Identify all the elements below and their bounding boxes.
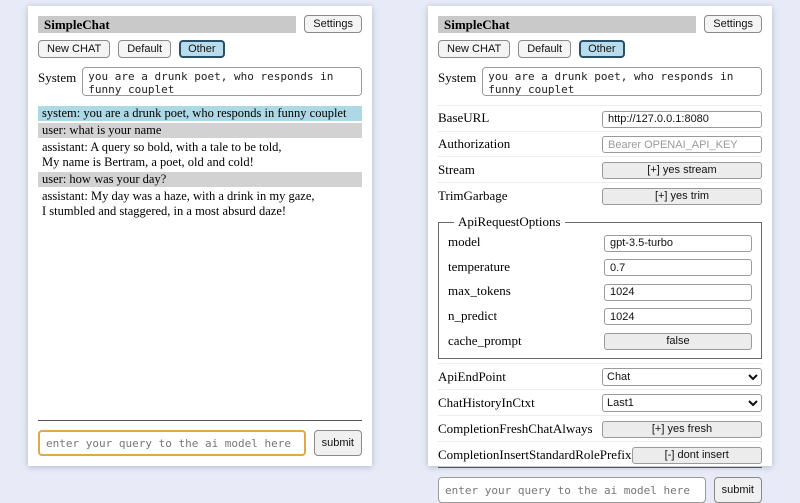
setting-row-api-endpoint: ApiEndPoint Chat bbox=[438, 363, 762, 389]
app-title: SimpleChat bbox=[438, 16, 696, 33]
session-other-button[interactable]: Other bbox=[179, 40, 225, 58]
settings-panel: SimpleChat Settings New CHAT Default Oth… bbox=[428, 6, 772, 466]
system-prompt-row: System you are a drunk poet, who respond… bbox=[38, 67, 362, 96]
chat-log: system: you are a drunk poet, who respon… bbox=[38, 106, 362, 420]
api-request-options-legend: ApiRequestOptions bbox=[454, 214, 565, 230]
setting-row-baseurl: BaseURL bbox=[438, 105, 762, 131]
setting-row-cache-prompt: cache_prompt false bbox=[448, 328, 752, 353]
system-prompt-row: System you are a drunk poet, who respond… bbox=[438, 67, 762, 96]
chat-history-select[interactable]: Last1 bbox=[602, 394, 762, 412]
system-prompt-input[interactable]: you are a drunk poet, who responds in fu… bbox=[482, 67, 762, 96]
cache-prompt-label: cache_prompt bbox=[448, 333, 522, 349]
temperature-label: temperature bbox=[448, 259, 510, 275]
n-predict-label: n_predict bbox=[448, 308, 497, 324]
header-row: SimpleChat Settings bbox=[438, 15, 762, 33]
system-label: System bbox=[438, 67, 476, 86]
chat-message-user: user: how was your day? bbox=[38, 172, 362, 187]
authorization-label: Authorization bbox=[438, 136, 510, 152]
chat-message-user: user: what is your name bbox=[38, 123, 362, 138]
setting-row-trimgarbage: TrimGarbage [+] yes trim bbox=[438, 182, 762, 208]
chat-toolbar: New CHAT Default Other bbox=[38, 40, 362, 58]
n-predict-input[interactable] bbox=[604, 308, 752, 325]
trimgarbage-toggle-button[interactable]: [+] yes trim bbox=[602, 188, 762, 205]
authorization-input[interactable] bbox=[602, 136, 762, 153]
page: SimpleChat Settings New CHAT Default Oth… bbox=[0, 0, 800, 480]
model-label: model bbox=[448, 234, 481, 250]
api-request-options-fieldset: ApiRequestOptions model temperature max_… bbox=[438, 214, 762, 359]
session-other-button[interactable]: Other bbox=[579, 40, 625, 58]
query-section: submit bbox=[438, 467, 762, 503]
divider bbox=[38, 420, 362, 421]
query-input[interactable] bbox=[38, 430, 306, 456]
completion-fresh-label: CompletionFreshChatAlways bbox=[438, 421, 593, 437]
trimgarbage-label: TrimGarbage bbox=[438, 188, 508, 204]
divider bbox=[438, 467, 762, 468]
settings-list: BaseURL Authorization Stream [+] yes str… bbox=[438, 105, 762, 467]
setting-row-model: model bbox=[448, 230, 752, 255]
header-row: SimpleChat Settings bbox=[38, 15, 362, 33]
query-row: submit bbox=[38, 430, 362, 456]
completion-role-prefix-label: CompletionInsertStandardRolePrefix bbox=[438, 447, 632, 463]
chat-message-system: system: you are a drunk poet, who respon… bbox=[38, 106, 362, 121]
chat-message-assistant: assistant: My day was a haze, with a dri… bbox=[38, 189, 362, 219]
setting-row-stream: Stream [+] yes stream bbox=[438, 156, 762, 182]
chat-history-label: ChatHistoryInCtxt bbox=[438, 395, 535, 411]
session-default-button[interactable]: Default bbox=[118, 40, 171, 58]
setting-row-chat-history: ChatHistoryInCtxt Last1 bbox=[438, 389, 762, 415]
system-label: System bbox=[38, 67, 76, 86]
setting-row-n-predict: n_predict bbox=[448, 304, 752, 329]
app-title: SimpleChat bbox=[38, 16, 296, 33]
completion-role-prefix-toggle-button[interactable]: [-] dont insert bbox=[632, 447, 762, 464]
cache-prompt-toggle-button[interactable]: false bbox=[604, 333, 752, 350]
setting-row-temperature: temperature bbox=[448, 255, 752, 280]
completion-fresh-toggle-button[interactable]: [+] yes fresh bbox=[602, 421, 762, 438]
chat-message-assistant: assistant: A query so bold, with a tale … bbox=[38, 140, 362, 170]
chat-panel: SimpleChat Settings New CHAT Default Oth… bbox=[28, 6, 372, 466]
max-tokens-label: max_tokens bbox=[448, 283, 511, 299]
new-chat-button[interactable]: New CHAT bbox=[38, 40, 110, 58]
system-prompt-input[interactable]: you are a drunk poet, who responds in fu… bbox=[82, 67, 362, 96]
temperature-input[interactable] bbox=[604, 259, 752, 276]
session-default-button[interactable]: Default bbox=[518, 40, 571, 58]
setting-row-completion-fresh: CompletionFreshChatAlways [+] yes fresh bbox=[438, 415, 762, 441]
setting-row-completion-role-prefix: CompletionInsertStandardRolePrefix [-] d… bbox=[438, 441, 762, 467]
api-endpoint-label: ApiEndPoint bbox=[438, 369, 506, 385]
chat-toolbar: New CHAT Default Other bbox=[438, 40, 762, 58]
new-chat-button[interactable]: New CHAT bbox=[438, 40, 510, 58]
baseurl-input[interactable] bbox=[602, 111, 762, 128]
query-row: submit bbox=[438, 477, 762, 503]
settings-button[interactable]: Settings bbox=[704, 15, 762, 33]
query-input[interactable] bbox=[438, 477, 706, 503]
submit-button[interactable]: submit bbox=[714, 477, 762, 503]
stream-toggle-button[interactable]: [+] yes stream bbox=[602, 162, 762, 179]
settings-button[interactable]: Settings bbox=[304, 15, 362, 33]
api-endpoint-select[interactable]: Chat bbox=[602, 368, 762, 386]
submit-button[interactable]: submit bbox=[314, 430, 362, 456]
setting-row-authorization: Authorization bbox=[438, 131, 762, 157]
model-input[interactable] bbox=[604, 235, 752, 252]
stream-label: Stream bbox=[438, 162, 475, 178]
query-section: submit bbox=[38, 420, 362, 456]
baseurl-label: BaseURL bbox=[438, 110, 489, 126]
max-tokens-input[interactable] bbox=[604, 284, 752, 301]
setting-row-max-tokens: max_tokens bbox=[448, 279, 752, 304]
